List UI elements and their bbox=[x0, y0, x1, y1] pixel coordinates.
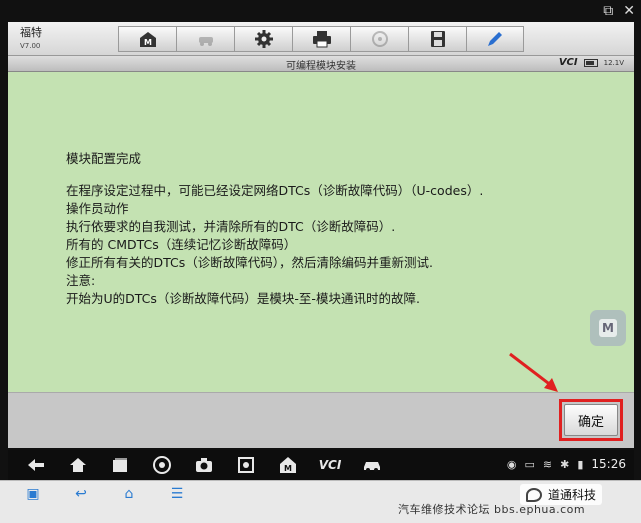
message-line: 所有的 CMDTCs（连续记忆诊断故障码） bbox=[66, 237, 297, 252]
close-icon[interactable]: ✕ bbox=[623, 2, 635, 20]
print-button[interactable] bbox=[292, 26, 350, 52]
vci-label: VCI bbox=[558, 57, 578, 68]
help-icon bbox=[371, 31, 388, 47]
vci-nav-label: VCI bbox=[318, 458, 342, 472]
printer-icon bbox=[312, 31, 331, 48]
remote-icon[interactable]: ▣ bbox=[22, 486, 44, 502]
floating-maxi-button[interactable]: M bbox=[590, 310, 626, 346]
message-text: 模块配置完成 在程序设定过程中，可能已经设定网络DTCs（诊断故障代码）（U-c… bbox=[66, 150, 606, 308]
brand: 福特 V7.00 bbox=[20, 24, 42, 50]
help-button[interactable] bbox=[350, 26, 408, 52]
pen-icon bbox=[488, 32, 502, 46]
vci-status: VCI 12.1V bbox=[559, 57, 624, 68]
home-icon[interactable] bbox=[68, 455, 88, 475]
nav-left-icons: M VCI bbox=[26, 455, 382, 475]
device-icons: ▣ ↩ ⌂ ☰ bbox=[22, 486, 188, 502]
floating-maxi-label: M bbox=[599, 319, 617, 337]
message-line: 在程序设定过程中，可能已经设定网络DTCs（诊断故障代码）（U-codes）. bbox=[66, 183, 484, 198]
message-heading: 模块配置完成 bbox=[66, 151, 142, 166]
settings-button[interactable] bbox=[234, 26, 292, 52]
vehicle-swap-button[interactable] bbox=[176, 26, 234, 52]
app-header: 福特 V7.00 M bbox=[8, 22, 634, 56]
back-arrow-icon[interactable]: ↩ bbox=[70, 486, 92, 502]
app-window: ⧉ ✕ 福特 V7.00 M 可编程模块安装 VCI 12.1V 模块配置完成 … bbox=[0, 0, 641, 523]
message-panel: 模块配置完成 在程序设定过程中，可能已经设定网络DTCs（诊断故障代码）（U-c… bbox=[8, 72, 634, 392]
eye-icon: ◉ bbox=[506, 457, 517, 471]
voltage-label: 12.1V bbox=[603, 58, 624, 67]
title-bar: 可编程模块安装 VCI 12.1V bbox=[8, 56, 634, 72]
chat-icon bbox=[526, 487, 542, 502]
camera-icon[interactable] bbox=[194, 455, 214, 475]
maxisys-icon[interactable]: M bbox=[278, 455, 298, 475]
brand-name: 福特 bbox=[20, 26, 42, 39]
footer-bar: 确定 bbox=[8, 392, 634, 448]
brightness-icon[interactable] bbox=[236, 455, 256, 475]
svg-text:M: M bbox=[144, 38, 152, 47]
back-icon[interactable] bbox=[26, 455, 46, 475]
message-line: 执行依要求的自我测试，并清除所有的DTC（诊断故障码）. bbox=[66, 219, 396, 234]
page-title: 可编程模块安装 bbox=[286, 61, 356, 72]
toolbar: M bbox=[118, 26, 524, 52]
android-nav-bar: M VCI ◉ ▭ ≋ ✱ ▮ 15:26 bbox=[8, 450, 634, 480]
home-outline-icon[interactable]: ⌂ bbox=[118, 486, 140, 502]
version-label: V7.00 bbox=[20, 42, 41, 50]
external-link-icon[interactable]: ⧉ bbox=[603, 2, 613, 20]
car-swap-icon bbox=[198, 37, 213, 46]
home-button[interactable]: M bbox=[118, 26, 176, 52]
car-icon[interactable] bbox=[362, 455, 382, 475]
clock: 15:26 bbox=[591, 457, 626, 471]
home-m-icon: M bbox=[139, 32, 156, 47]
cast-icon: ▭ bbox=[524, 457, 535, 471]
window-top-strip: ⧉ ✕ bbox=[0, 0, 641, 22]
ok-button[interactable]: 确定 bbox=[564, 404, 618, 436]
system-tray: ◉ ▭ ≋ ✱ ▮ 15:26 bbox=[507, 457, 626, 471]
battery-status-icon: ▮ bbox=[577, 457, 584, 471]
message-line: 操作员动作 bbox=[66, 201, 129, 216]
brand-watermark-text: 道通科技 bbox=[548, 488, 597, 502]
svg-text:M: M bbox=[284, 464, 292, 473]
window-controls: ⧉ ✕ bbox=[603, 2, 635, 20]
brand-watermark: 道通科技 bbox=[520, 484, 603, 505]
save-icon bbox=[430, 31, 445, 47]
chrome-icon[interactable] bbox=[152, 455, 172, 475]
message-line: 修正所有有关的DTCs（诊断故障代码），然后清除编码并重新测试. bbox=[66, 255, 433, 270]
bluetooth-icon: ✱ bbox=[560, 457, 570, 471]
gear-icon bbox=[254, 30, 273, 48]
message-line: 开始为U的DTCs（诊断故障代码）是模块-至-模块通讯时的故障. bbox=[66, 291, 420, 306]
red-arrow-annotation bbox=[509, 352, 558, 392]
save-button[interactable] bbox=[408, 26, 466, 52]
wifi-icon: ≋ bbox=[542, 457, 553, 471]
recent-apps-icon[interactable] bbox=[110, 455, 130, 475]
notes-button[interactable] bbox=[466, 26, 524, 52]
message-line: 注意: bbox=[66, 273, 96, 288]
battery-icon bbox=[583, 58, 598, 67]
device-toolbar: ▣ ↩ ⌂ ☰ 汽车维修技术论坛 bbs.ephua.com 道通科技 bbox=[0, 480, 641, 523]
vci-icon[interactable]: VCI bbox=[318, 455, 342, 475]
menu-icon[interactable]: ☰ bbox=[166, 486, 188, 502]
